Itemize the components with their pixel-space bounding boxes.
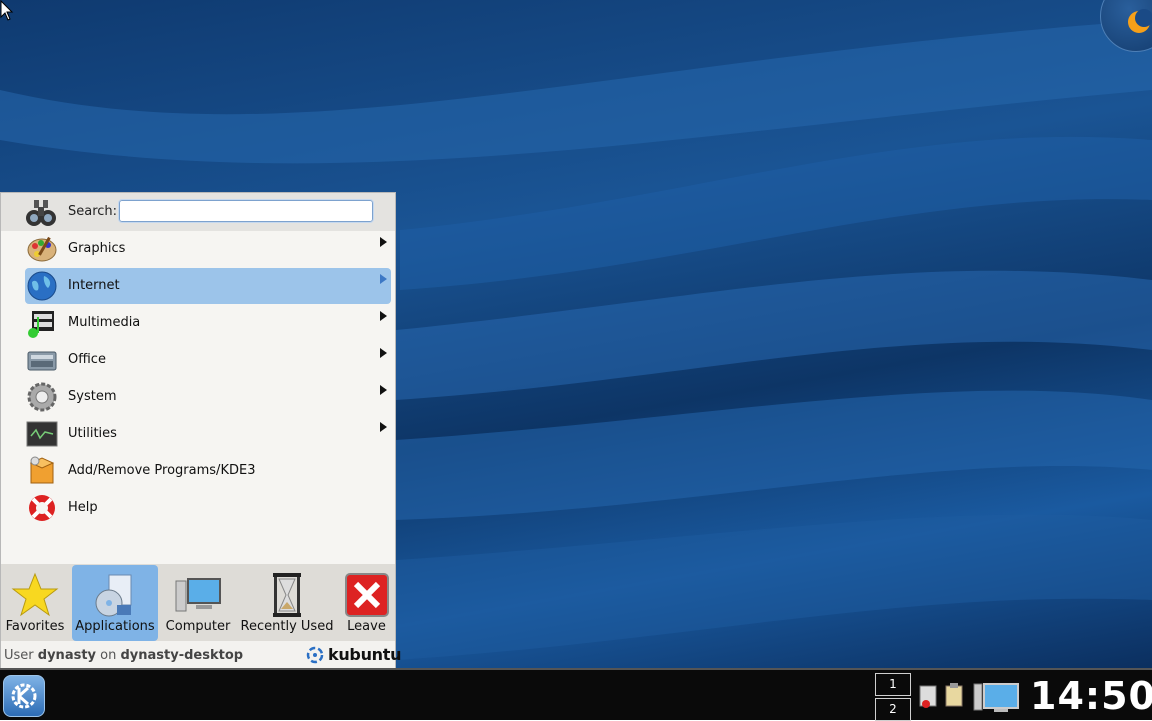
submenu-arrow-icon — [380, 385, 387, 395]
pager-desktop-1[interactable]: 1 — [875, 673, 911, 696]
menu-item-utilities[interactable]: Utilities — [25, 416, 391, 452]
menu-item-label: Add/Remove Programs/KDE3 — [68, 463, 256, 478]
menu-item-internet[interactable]: Internet — [25, 268, 391, 304]
menu-item-label: Graphics — [68, 241, 126, 256]
tab-computer[interactable]: Computer — [162, 565, 234, 641]
menu-item-system[interactable]: System — [25, 379, 391, 415]
submenu-arrow-icon — [380, 274, 387, 284]
menu-item-label: System — [68, 389, 117, 404]
submenu-arrow-icon — [380, 348, 387, 358]
submenu-arrow-icon — [380, 311, 387, 321]
kickoff-launcher-button[interactable] — [3, 675, 45, 717]
applications-icon — [95, 574, 132, 617]
star-icon — [11, 572, 59, 617]
menu-item-graphics[interactable]: Graphics — [25, 231, 391, 267]
tab-label: Favorites — [5, 619, 65, 634]
computer-icon — [175, 578, 221, 612]
network-status-icon[interactable] — [919, 685, 937, 708]
multimedia-icon — [28, 311, 54, 338]
tab-favorites[interactable]: Favorites — [2, 565, 68, 641]
menu-item-label: Internet — [68, 278, 120, 293]
tab-applications[interactable]: Applications — [72, 565, 158, 641]
menu-item-label: Help — [68, 500, 98, 515]
menu-item-label: Multimedia — [68, 315, 141, 330]
klipper-clipboard-icon[interactable] — [945, 683, 963, 707]
tab-label: Recently Used — [240, 619, 334, 634]
kickoff-tab-bar: Favorites Applications Computer Recently… — [1, 564, 395, 641]
plasma-cashew-icon — [1128, 9, 1152, 33]
add-remove-programs-icon — [29, 456, 55, 484]
taskbar-panel: 1 2 14:50 — [0, 668, 1152, 721]
computer-tray-icon[interactable] — [973, 683, 1019, 712]
graphics-icon — [27, 236, 57, 262]
search-label: Search: — [68, 204, 118, 219]
tab-label: Leave — [347, 619, 386, 634]
tab-recently-used[interactable]: Recently Used — [238, 565, 336, 641]
search-input[interactable] — [118, 199, 374, 223]
internet-icon — [27, 271, 57, 301]
mouse-cursor-icon — [0, 0, 14, 21]
menu-item-label: Utilities — [68, 426, 117, 441]
submenu-arrow-icon — [380, 422, 387, 432]
digital-clock[interactable]: 14:50 — [1030, 674, 1152, 718]
system-tray — [918, 680, 1028, 720]
binoculars-icon — [26, 200, 56, 226]
user-info: User dynasty on dynasty-desktop — [4, 648, 244, 663]
office-icon — [27, 351, 57, 371]
kde-logo-icon — [11, 683, 37, 709]
kickoff-menu: Search: Graphics Internet Multimedia Off… — [0, 192, 402, 670]
system-icon — [27, 382, 57, 412]
menu-item-multimedia[interactable]: Multimedia — [25, 305, 391, 341]
help-icon — [29, 495, 55, 521]
tab-label: Computer — [165, 619, 231, 634]
leave-icon — [344, 573, 389, 617]
tab-label: Applications — [75, 619, 155, 634]
menu-item-help[interactable]: Help — [25, 490, 391, 526]
menu-item-label: Office — [68, 352, 106, 367]
user-status-bar: User dynasty on dynasty-desktop kubuntu — [1, 641, 402, 669]
hourglass-icon — [273, 573, 301, 617]
submenu-arrow-icon — [380, 237, 387, 247]
search-bar: Search: — [1, 193, 395, 231]
menu-item-add-remove-programs[interactable]: Add/Remove Programs/KDE3 — [25, 453, 391, 489]
pager-desktop-2[interactable]: 2 — [875, 698, 911, 721]
kubuntu-brand: kubuntu — [328, 645, 402, 664]
kubuntu-logo-icon — [306, 646, 324, 664]
desktop-pager: 1 2 — [875, 673, 911, 721]
tab-leave[interactable]: Leave — [339, 565, 394, 641]
menu-item-office[interactable]: Office — [25, 342, 391, 378]
utilities-icon — [26, 421, 58, 447]
